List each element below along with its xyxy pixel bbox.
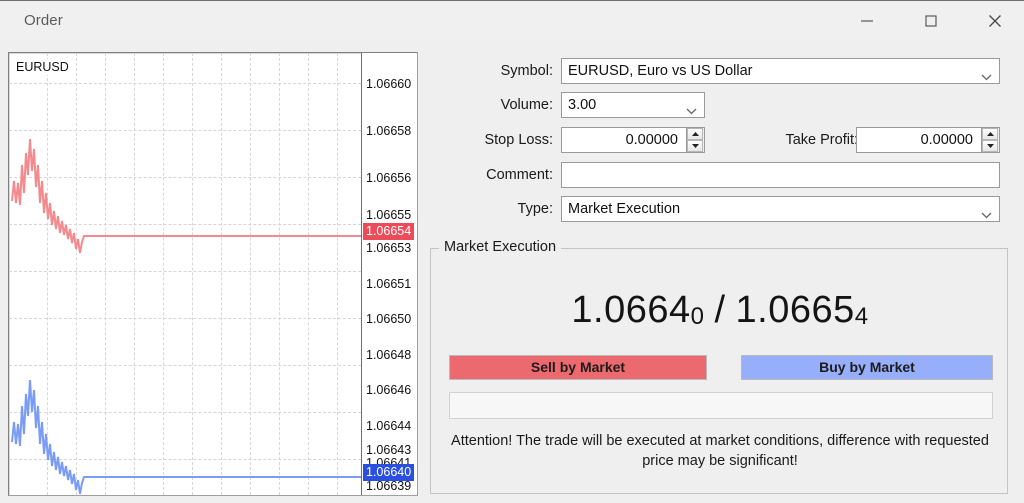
tick-chart-panel[interactable]: EURUSD 1.06660 1.06658 1.06656 1.06655 1… — [8, 52, 418, 496]
take-profit-stepper[interactable] — [982, 127, 1000, 153]
axis-tick-label: 1.06653 — [366, 241, 412, 255]
chevron-down-icon — [981, 206, 992, 224]
axis-tick-label: 1.06655 — [366, 208, 412, 222]
title-bar: Order — [0, 0, 1024, 41]
symbol-label: Symbol: — [500, 63, 553, 79]
stop-loss-decrement[interactable] — [687, 140, 703, 152]
axis-tick-label: 1.06648 — [366, 348, 412, 362]
volume-row: Volume: 3.00 — [428, 92, 1016, 118]
minimize-icon — [860, 14, 874, 28]
chart-plot-area: EURUSD — [9, 53, 361, 495]
take-profit-label: Take Profit: — [785, 132, 858, 148]
axis-tick-label: 1.06660 — [366, 77, 412, 91]
axis-tick-label: 1.06650 — [366, 312, 412, 326]
ask-price-badge: 1.06654 — [363, 223, 415, 240]
axis-tick-label: 1.06651 — [366, 277, 412, 291]
minimize-button[interactable] — [835, 1, 899, 41]
buy-by-market-button[interactable]: Buy by Market — [741, 355, 993, 380]
tick-lines — [11, 138, 361, 495]
take-profit-decrement[interactable] — [982, 140, 998, 152]
comment-row: Comment: — [428, 162, 1016, 188]
volume-select[interactable]: 3.00 — [561, 92, 705, 118]
bid-tick-line — [11, 379, 361, 495]
chart-price-axis: 1.06660 1.06658 1.06656 1.06655 1.06654 … — [361, 53, 417, 495]
order-form: Symbol: EURUSD, Euro vs US Dollar Volume… — [428, 52, 1016, 496]
stop-loss-increment[interactable] — [687, 128, 703, 140]
axis-tick-label: 1.06643 — [366, 443, 412, 457]
take-profit-increment[interactable] — [982, 128, 998, 140]
take-profit-input[interactable] — [856, 127, 982, 153]
symbol-select[interactable]: EURUSD, Euro vs US Dollar — [561, 58, 1000, 84]
maximize-button[interactable] — [899, 1, 963, 41]
quote-separator: / — [714, 289, 726, 331]
market-execution-legend: Market Execution — [439, 239, 562, 255]
type-value: Market Execution — [568, 201, 681, 217]
bid-price-last-digit: 0 — [690, 303, 705, 330]
ask-price-main: 1.0665 — [735, 289, 855, 331]
axis-tick-label: 1.06646 — [366, 383, 412, 397]
stop-loss-label: Stop Loss: — [484, 132, 553, 148]
close-button[interactable] — [963, 1, 1024, 41]
volume-value: 3.00 — [568, 97, 597, 113]
sell-by-market-button[interactable]: Sell by Market — [449, 355, 707, 380]
maximize-icon — [924, 14, 938, 28]
stop-loss-row: Stop Loss: Take Profit: — [428, 127, 1016, 153]
bid-price-main: 1.0664 — [571, 289, 691, 331]
stop-loss-input[interactable] — [561, 127, 687, 153]
axis-tick-label: 1.06658 — [366, 124, 412, 138]
ask-tick-line — [11, 138, 361, 254]
chevron-down-icon — [686, 102, 697, 120]
comment-label: Comment: — [486, 167, 553, 183]
type-select[interactable]: Market Execution — [561, 196, 1000, 222]
chart-symbol-label: EURUSD — [13, 59, 72, 75]
symbol-row: Symbol: EURUSD, Euro vs US Dollar — [428, 58, 1016, 84]
type-label: Type: — [517, 201, 553, 217]
close-icon — [987, 13, 1003, 29]
attention-message: Attention! The trade will be executed at… — [451, 433, 989, 469]
axis-tick-label: 1.06644 — [366, 419, 412, 433]
window-title: Order — [24, 12, 63, 29]
axis-tick-label: 1.06639 — [366, 479, 412, 493]
order-status-field — [449, 392, 993, 419]
ask-price-last-digit: 4 — [854, 303, 869, 330]
market-execution-group: Market Execution 1.06640 /1.06654 Sell by… — [430, 239, 1009, 494]
price-quote: 1.06640 /1.06654 — [431, 289, 1009, 332]
chevron-down-icon — [981, 68, 992, 86]
type-row: Type: Market Execution — [428, 196, 1016, 222]
comment-input[interactable] — [561, 162, 1000, 188]
axis-tick-label: 1.06656 — [366, 171, 412, 185]
stop-loss-stepper[interactable] — [687, 127, 705, 153]
symbol-value: EURUSD, Euro vs US Dollar — [568, 63, 753, 79]
volume-label: Volume: — [500, 97, 553, 113]
